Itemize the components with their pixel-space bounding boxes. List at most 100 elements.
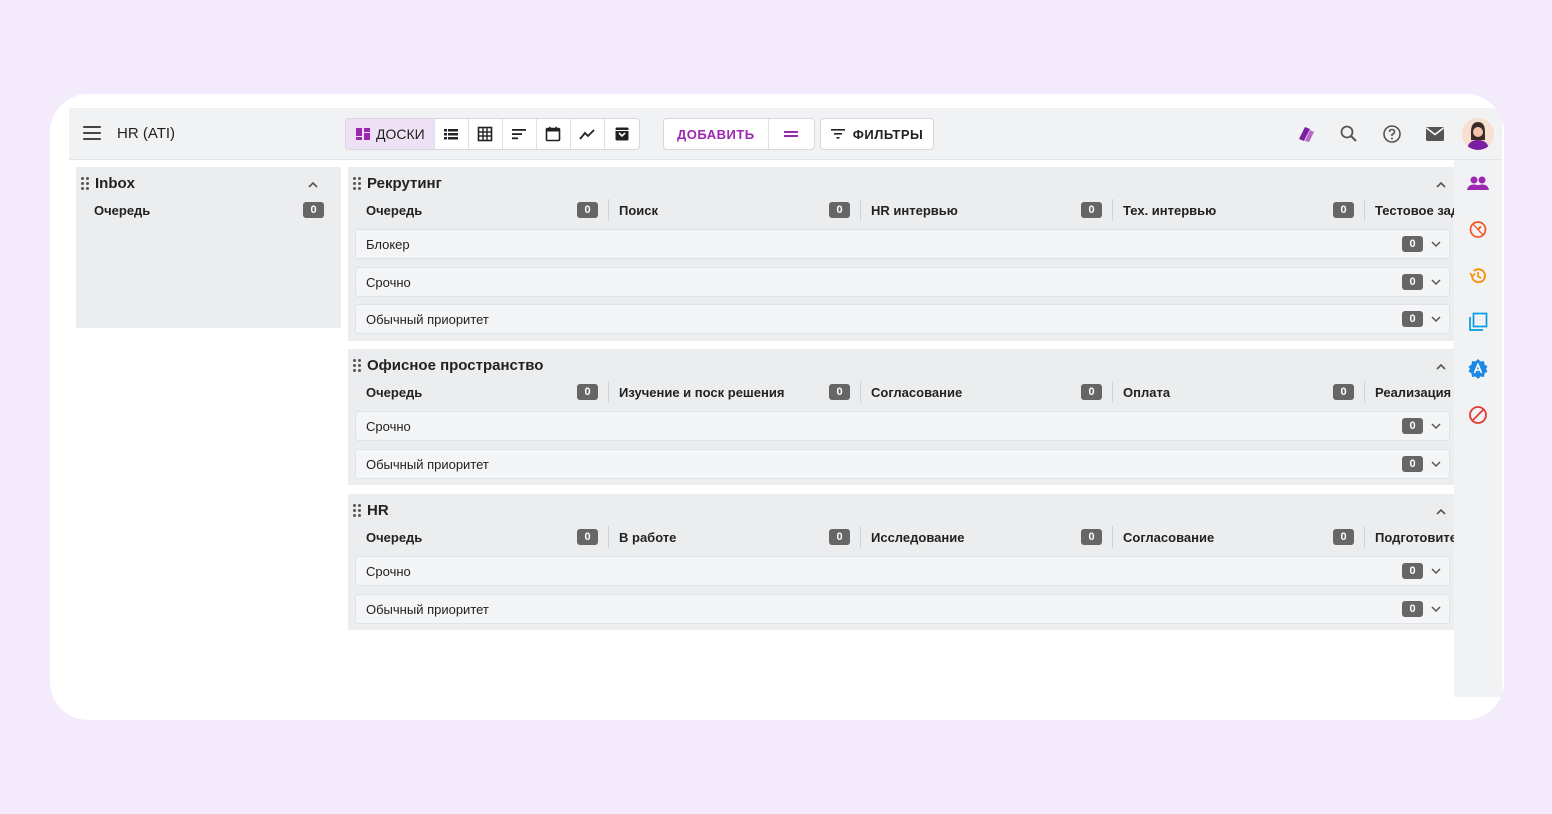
list-icon (444, 129, 459, 140)
chevron-down-icon[interactable] (1429, 312, 1443, 326)
board-header: Офисное пространство (353, 357, 543, 374)
column-label: Подготовительный (1375, 529, 1454, 545)
view-boards-label: ДОСКИ (376, 126, 425, 142)
avatar[interactable] (1462, 118, 1494, 150)
swimlane[interactable]: Срочно 0 (355, 556, 1450, 586)
chevron-down-icon[interactable] (1429, 237, 1443, 251)
column-header[interactable]: Тех. интервью 0 (1112, 199, 1364, 221)
count-badge: 0 (1081, 202, 1102, 218)
count-badge: 0 (1402, 311, 1423, 327)
add-button[interactable]: ДОБАВИТЬ (664, 119, 769, 149)
count-badge: 0 (829, 384, 850, 400)
lane-label: Срочно (366, 563, 411, 579)
sort-icon (512, 129, 527, 140)
lane-label: Обычный приоритет (366, 601, 489, 617)
column-header[interactable]: Очередь 0 (84, 199, 334, 221)
view-sort-button[interactable] (503, 119, 537, 149)
lane-label: Обычный приоритет (366, 456, 489, 472)
chevron-down-icon[interactable] (1429, 457, 1443, 471)
swimlane[interactable]: Обычный приоритет 0 (355, 594, 1450, 624)
board-header: Рекрутинг (353, 175, 442, 192)
chevron-up-icon[interactable] (1433, 504, 1449, 520)
count-badge: 0 (829, 529, 850, 545)
swimlane[interactable]: Срочно 0 (355, 267, 1450, 297)
block-icon[interactable] (1467, 404, 1489, 426)
column-label: Очередь (94, 202, 151, 218)
column-header[interactable]: Очередь 0 (356, 381, 608, 403)
lane-label: Срочно (366, 274, 411, 290)
column-header[interactable]: Реализация0 (1364, 381, 1454, 403)
board-column-row: Очередь 0 Поиск 0 HR интервью 0 Тех. интерв… (356, 199, 1454, 221)
swimlane[interactable]: Блокер 0 (355, 229, 1450, 259)
board-header: HR (353, 502, 389, 519)
mail-icon[interactable] (1421, 120, 1449, 148)
chevron-up-icon[interactable] (1433, 359, 1449, 375)
drag-handle-icon[interactable] (353, 177, 361, 190)
inbox-title: Inbox (95, 175, 135, 192)
view-archive-button[interactable] (605, 119, 639, 149)
filters-label: ФИЛЬТРЫ (852, 126, 924, 142)
column-header[interactable]: Исследование 0 (860, 526, 1112, 548)
archive-icon (615, 127, 629, 141)
drag-handle-icon[interactable] (353, 359, 361, 372)
count-badge: 0 (1402, 601, 1423, 617)
count-badge: 0 (1333, 202, 1354, 218)
help-icon[interactable] (1378, 120, 1406, 148)
column-header[interactable]: Поиск 0 (608, 199, 860, 221)
menu-icon[interactable] (83, 126, 101, 140)
count-badge: 0 (1402, 274, 1423, 290)
column-label: В работе (619, 529, 677, 545)
chart-icon (579, 129, 595, 140)
view-calendar-button[interactable] (537, 119, 571, 149)
copy-icon[interactable] (1467, 311, 1489, 333)
filters-button[interactable]: ФИЛЬТРЫ (820, 118, 934, 150)
add-options-button[interactable] (769, 119, 814, 149)
column-header[interactable]: Согласование 0 (1112, 526, 1364, 548)
column-label: Очередь (366, 529, 423, 545)
column-label: Реализация (1375, 384, 1452, 400)
column-header[interactable]: HR интервью 0 (860, 199, 1112, 221)
count-badge: 0 (577, 202, 598, 218)
count-badge: 0 (577, 384, 598, 400)
search-icon[interactable] (1335, 120, 1363, 148)
table-icon (477, 126, 493, 142)
count-badge: 0 (1081, 529, 1102, 545)
boards-icon (356, 128, 370, 140)
users-icon[interactable] (1467, 172, 1489, 194)
column-header[interactable]: Изучение и поск решения 0 (608, 381, 860, 403)
swimlane[interactable]: Обычный приоритет 0 (355, 449, 1450, 479)
app-window: HR (ATI) ДОСКИ ДОБАВИТЬ ФИЛЬТРЫ Inbox Оч… (50, 94, 1504, 720)
chevron-down-icon[interactable] (1429, 602, 1443, 616)
drag-handle-icon[interactable] (81, 177, 89, 190)
timer-icon[interactable] (1467, 218, 1489, 240)
lane-label: Обычный приоритет (366, 311, 489, 327)
view-list-button[interactable] (435, 119, 469, 149)
column-header[interactable]: Очередь 0 (356, 526, 608, 548)
board-title: Офисное пространство (367, 357, 544, 374)
logo-icon[interactable] (1292, 120, 1320, 148)
swimlane[interactable]: Срочно 0 (355, 411, 1450, 441)
column-header[interactable]: Согласование 0 (860, 381, 1112, 403)
lane-label: Блокер (366, 236, 410, 252)
badge-a-icon[interactable] (1467, 358, 1489, 380)
column-label: Исследование (871, 529, 965, 545)
column-header[interactable]: Тестовое задание0 (1364, 199, 1454, 221)
chevron-up-icon[interactable] (1433, 177, 1449, 193)
chevron-up-icon[interactable] (305, 177, 321, 193)
view-boards-button[interactable]: ДОСКИ (346, 119, 435, 149)
chevron-down-icon[interactable] (1429, 564, 1443, 578)
view-chart-button[interactable] (571, 119, 605, 149)
view-table-button[interactable] (469, 119, 503, 149)
swimlane[interactable]: Обычный приоритет 0 (355, 304, 1450, 334)
column-header[interactable]: Оплата 0 (1112, 381, 1364, 403)
chevron-down-icon[interactable] (1429, 419, 1443, 433)
column-header[interactable]: Очередь 0 (356, 199, 608, 221)
drag-handle-icon[interactable] (353, 504, 361, 517)
page-title: HR (ATI) (117, 125, 176, 142)
right-sidebar (1454, 160, 1502, 697)
column-label: Оплата (1123, 384, 1171, 400)
chevron-down-icon[interactable] (1429, 275, 1443, 289)
history-icon[interactable] (1467, 265, 1489, 287)
column-header[interactable]: Подготовительный0 (1364, 526, 1454, 548)
column-header[interactable]: В работе 0 (608, 526, 860, 548)
